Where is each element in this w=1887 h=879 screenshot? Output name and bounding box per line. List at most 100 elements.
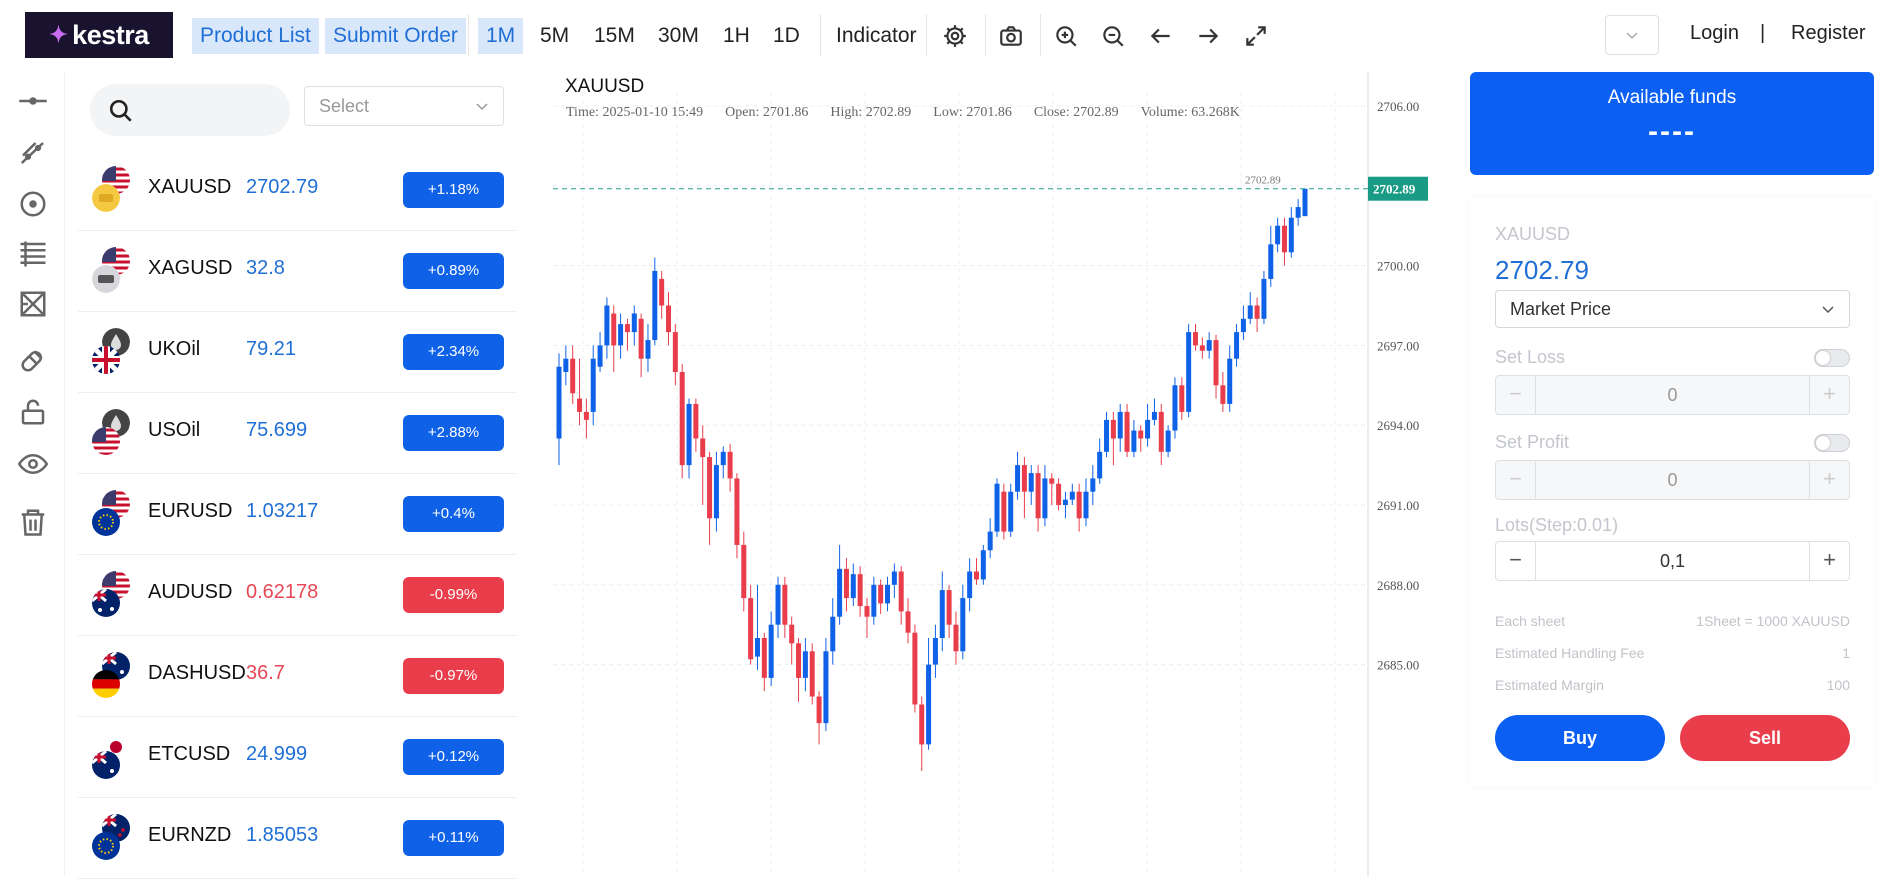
increment-button[interactable]: + — [1809, 542, 1849, 580]
candle-body — [1090, 478, 1096, 492]
product-price: 24.999 — [246, 743, 308, 765]
timeframe-30m[interactable]: 30M — [650, 18, 707, 54]
set-profit-toggle[interactable] — [1814, 434, 1850, 452]
brand-logo[interactable]: ✦ kestra — [25, 12, 173, 58]
product-list-panel: Select XAUUSD 2702.79 +1.18% XAGUSD 32.8… — [78, 72, 516, 879]
candle-body — [1227, 358, 1233, 404]
ohlc-info: Time: 2025-01-10 15:49 Open: 2701.86 Hig… — [566, 105, 1240, 121]
increment-button[interactable]: + — [1809, 376, 1849, 414]
camera-icon[interactable] — [995, 20, 1027, 52]
candle-body — [1056, 483, 1062, 505]
change-badge: +2.34% — [403, 334, 504, 370]
lots-label: Lots(Step:0.01) — [1495, 515, 1619, 535]
decrement-button[interactable]: − — [1496, 461, 1536, 499]
candle-body — [631, 313, 637, 333]
product-row-dashusd[interactable]: DASHUSD 36.7 -0.97% — [78, 636, 516, 717]
last-price-label: 2702.89 — [1245, 175, 1281, 187]
gear-icon[interactable] — [939, 20, 971, 52]
product-row-audusd[interactable]: AUDUSD 0.62178 -0.99% — [78, 555, 516, 636]
candle-body — [816, 696, 822, 724]
divider — [820, 14, 821, 56]
candle-body — [1138, 430, 1144, 439]
price-chart[interactable]: 2706.002703.002700.002697.002694.002691.… — [553, 72, 1438, 876]
each-sheet-value: 1Sheet = 1000 XAUUSD — [1696, 613, 1850, 629]
candle-body — [720, 451, 726, 466]
trend-line-icon[interactable] — [15, 135, 51, 171]
fullscreen-icon[interactable] — [1240, 20, 1272, 52]
search-input[interactable] — [90, 84, 290, 136]
product-row-xagusd[interactable]: XAGUSD 32.8 +0.89% — [78, 231, 516, 312]
trash-icon[interactable] — [15, 504, 51, 540]
language-select[interactable] — [1605, 15, 1659, 55]
chevron-down-icon — [1626, 32, 1638, 40]
submit-order-button[interactable]: Submit Order — [325, 18, 466, 54]
set-loss-stepper[interactable]: − 0 + — [1495, 375, 1850, 415]
candle-body — [727, 451, 733, 479]
lock-icon[interactable] — [15, 394, 51, 430]
change-badge: +0.4% — [403, 496, 504, 532]
candle-body — [1165, 430, 1171, 452]
candle-body — [987, 531, 993, 551]
zoom-out-icon[interactable] — [1097, 20, 1129, 52]
product-row-xauusd[interactable]: XAUUSD 2702.79 +1.18% — [78, 150, 516, 231]
eye-icon[interactable] — [15, 446, 51, 482]
indicator-button[interactable]: Indicator — [828, 18, 925, 54]
pattern-icon[interactable] — [15, 286, 51, 322]
product-row-usoil[interactable]: USOil 75.699 +2.88% — [78, 393, 516, 474]
fib-lines-icon[interactable] — [15, 236, 51, 272]
circle-icon[interactable] — [15, 186, 51, 222]
funds-value: ---- — [1648, 115, 1696, 148]
horizontal-line-icon[interactable] — [15, 83, 51, 119]
decrement-button[interactable]: − — [1496, 542, 1536, 580]
candle-body — [891, 571, 897, 585]
set-loss-toggle[interactable] — [1814, 349, 1850, 367]
margin-value: 100 — [1826, 677, 1850, 693]
set-profit-stepper[interactable]: − 0 + — [1495, 460, 1850, 500]
product-row-eurnzd[interactable]: EURNZD 1.85053 +0.11% — [78, 798, 516, 879]
search-icon — [109, 99, 132, 122]
candlestick-chart[interactable]: 2706.002703.002700.002697.002694.002691.… — [553, 72, 1438, 876]
timeframe-15m[interactable]: 15M — [586, 18, 643, 54]
candle-body — [837, 568, 843, 617]
margin-row: Estimated Margin 100 — [1495, 677, 1850, 693]
candle-body — [754, 638, 760, 657]
decrement-button[interactable]: − — [1496, 376, 1536, 414]
candle-body — [768, 624, 774, 678]
product-row-etcusd[interactable]: ETCUSD 24.999 +0.12% — [78, 717, 516, 798]
lots-value[interactable]: 0,1 — [1536, 542, 1809, 580]
arrow-right-icon[interactable] — [1192, 20, 1224, 52]
candle-body — [1069, 491, 1075, 500]
product-row-eurusd[interactable]: EURUSD 1.03217 +0.4% — [78, 474, 516, 555]
candle-body — [645, 340, 651, 359]
category-select[interactable]: Select — [304, 86, 504, 126]
candle-body — [713, 465, 719, 519]
candle-body — [1254, 305, 1260, 319]
buy-button[interactable]: Buy — [1495, 715, 1665, 761]
product-symbol: ETCUSD — [148, 743, 231, 765]
login-link[interactable]: Login — [1690, 22, 1739, 45]
timeframe-1m[interactable]: 1M — [478, 18, 524, 54]
register-link[interactable]: Register — [1791, 22, 1865, 45]
product-list-button[interactable]: Product List — [192, 18, 319, 54]
y-tick-label: 2697.00 — [1377, 338, 1419, 353]
arrow-left-icon[interactable] — [1145, 20, 1177, 52]
set-profit-value[interactable]: 0 — [1536, 461, 1809, 499]
timeframe-1h[interactable]: 1H — [715, 18, 758, 54]
candle-body — [604, 305, 610, 346]
magnet-icon[interactable] — [15, 342, 51, 378]
set-loss-value[interactable]: 0 — [1536, 376, 1809, 414]
candle-body — [1247, 305, 1253, 319]
order-type-select[interactable]: Market Price — [1495, 290, 1850, 328]
info-open: Open: 2701.86 — [725, 105, 809, 120]
increment-button[interactable]: + — [1809, 461, 1849, 499]
zoom-in-icon[interactable] — [1050, 20, 1082, 52]
candle-body — [1131, 430, 1137, 452]
product-row-ukoil[interactable]: UKOil 79.21 +2.34% — [78, 312, 516, 393]
set-profit-label: Set Profit — [1495, 432, 1570, 452]
sell-button[interactable]: Sell — [1680, 715, 1850, 761]
candle-body — [1151, 411, 1157, 420]
timeframe-1d[interactable]: 1D — [765, 18, 808, 54]
timeframe-5m[interactable]: 5M — [532, 18, 577, 54]
lots-stepper[interactable]: − 0,1 + — [1495, 541, 1850, 581]
candle-body — [1083, 491, 1089, 519]
